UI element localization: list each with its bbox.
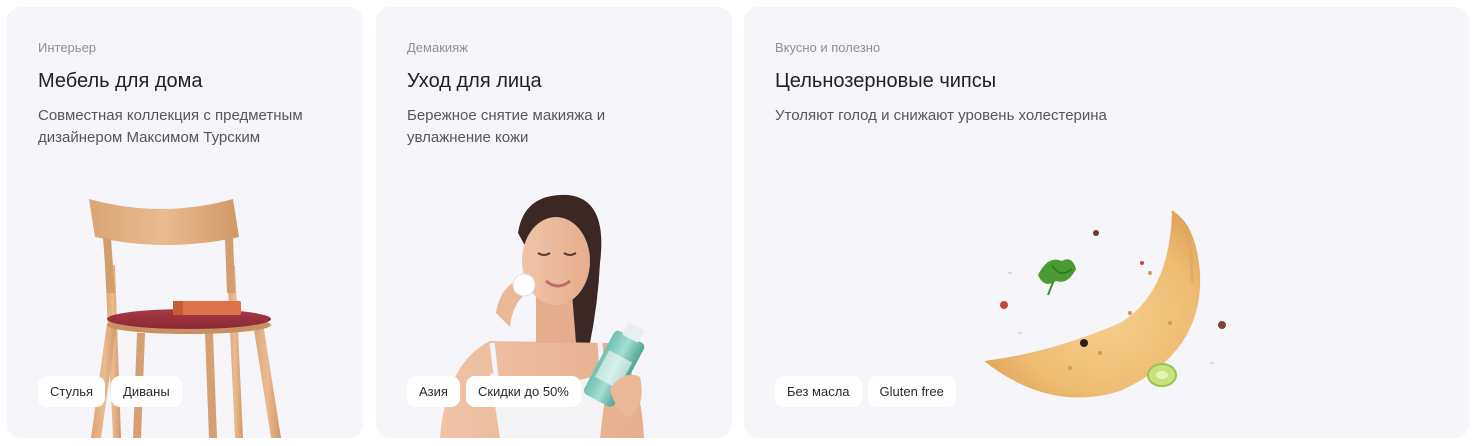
tag-list: Азия Скидки до 50% (407, 376, 581, 407)
card-title[interactable]: Уход для лица (407, 68, 708, 94)
card-text: Интерьер Мебель для дома Совместная колл… (38, 40, 339, 149)
card-eyebrow: Вкусно и полезно (775, 40, 881, 55)
chip-image (984, 209, 1226, 398)
card-eyebrow: Интерьер (38, 40, 97, 55)
tag-discount[interactable]: Скидки до 50% (465, 376, 581, 407)
card-description: Совместная коллекция с предметным дизайн… (38, 107, 303, 146)
tag-no-oil[interactable]: Без масла (775, 376, 862, 407)
card-whole-grain-chips[interactable]: Вкусно и полезно Цельнозерновые чипсы Ут… (744, 7, 1469, 438)
card-face-care[interactable]: Демакияж Уход для лица Бережное снятие м… (376, 7, 732, 438)
card-text: Демакияж Уход для лица Бережное снятие м… (407, 40, 708, 149)
card-eyebrow: Демакияж (407, 40, 468, 55)
card-text: Вкусно и полезно Цельнозерновые чипсы Ут… (775, 40, 1445, 127)
category-cards-row: Интерьер Мебель для дома Совместная колл… (0, 0, 1475, 446)
tag-list: Без масла Gluten free (775, 376, 956, 407)
card-title[interactable]: Мебель для дома (38, 68, 339, 94)
tag-asia[interactable]: Азия (407, 376, 460, 407)
tag-sofas[interactable]: Диваны (111, 376, 182, 407)
tag-list: Стулья Диваны (38, 376, 182, 407)
card-furniture[interactable]: Интерьер Мебель для дома Совместная колл… (7, 7, 363, 438)
tag-chairs[interactable]: Стулья (38, 376, 106, 407)
card-title[interactable]: Цельнозерновые чипсы (775, 68, 1445, 94)
tag-gluten-free[interactable]: Gluten free (867, 376, 956, 407)
card-description: Утоляют голод и снижают уровень холестер… (775, 107, 1107, 124)
card-description: Бережное снятие макияжа и увлажнение кож… (407, 107, 606, 146)
